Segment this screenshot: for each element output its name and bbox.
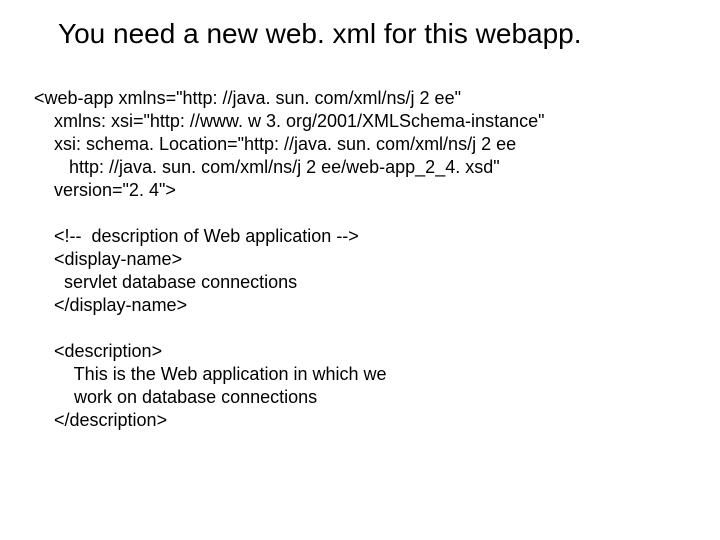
slide-title: You need a new web. xml for this webapp. [58,18,686,50]
code-line: This is the Web application in which we [34,364,387,384]
code-line: xmlns: xsi="http: //www. w 3. org/2001/X… [34,111,545,131]
code-line: <description> [34,341,162,361]
code-line: work on database connections [34,387,317,407]
code-block: <web-app xmlns="http: //java. sun. com/x… [34,64,686,456]
code-line: servlet database connections [34,272,297,292]
code-line: http: //java. sun. com/xml/ns/j 2 ee/web… [34,157,500,177]
code-line: <display-name> [34,249,182,269]
code-line: </description> [34,410,167,430]
slide: You need a new web. xml for this webapp.… [0,0,720,540]
code-line: <web-app xmlns="http: //java. sun. com/x… [34,88,461,108]
code-line: <!-- description of Web application --> [34,226,359,246]
code-line: </display-name> [34,295,187,315]
code-line: version="2. 4"> [34,180,176,200]
code-line: xsi: schema. Location="http: //java. sun… [34,134,516,154]
